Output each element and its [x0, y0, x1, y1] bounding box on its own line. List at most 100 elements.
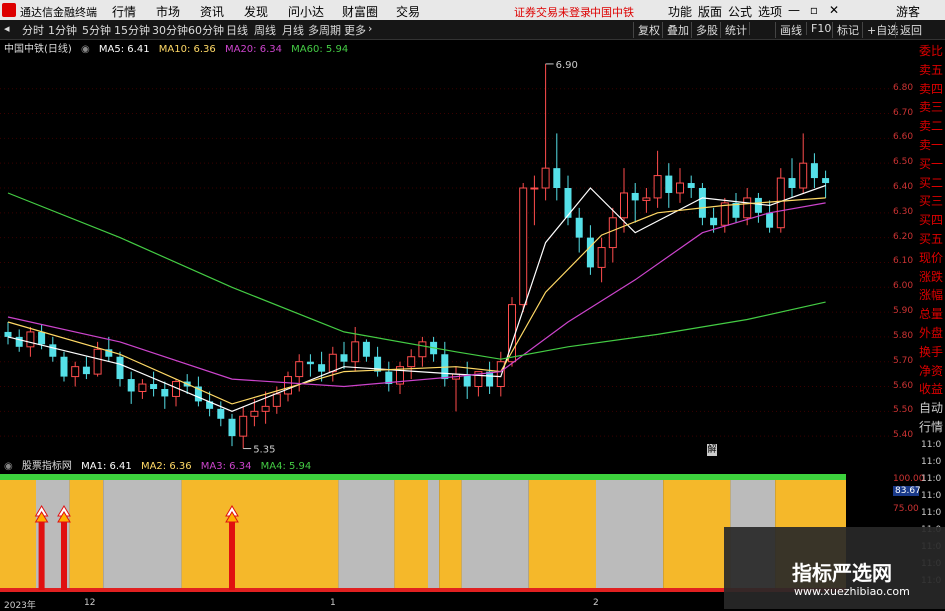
quote-field-label[interactable]: 现价 — [919, 249, 945, 268]
quote-field-label[interactable]: 收益 — [919, 380, 945, 399]
indicator-band — [428, 480, 440, 590]
period-5min[interactable]: 5分钟 — [82, 22, 111, 38]
candle-down — [710, 217, 718, 226]
arrow-left-icon[interactable]: ◂ — [4, 22, 10, 35]
price-tick-label: 5.60 — [893, 380, 914, 391]
quote-field-label[interactable]: 行情 — [919, 418, 945, 437]
quote-field-label[interactable]: 卖一 — [919, 136, 945, 155]
ma3-value: MA3: 6.34 — [200, 461, 252, 472]
btn-adjust[interactable]: 复权 — [633, 22, 660, 38]
restore-icon[interactable]: ▫ — [806, 2, 822, 18]
quote-field-label[interactable]: 买四 — [919, 211, 945, 230]
indicator-info-bar: ◉ 股票指标网 MA1: 6.41 MA2: 6.36 MA3: 6.34 MA… — [4, 457, 317, 472]
candle-up — [519, 187, 528, 306]
quote-field-label[interactable]: 换手 — [919, 343, 945, 362]
period-daily[interactable]: 日线 — [226, 22, 248, 38]
btn-mark[interactable]: 标记 — [832, 22, 859, 38]
period-1min[interactable]: 1分钟 — [48, 22, 77, 38]
quote-field-label[interactable]: 自动 — [919, 399, 945, 418]
indicator-axis-mid: 75.00 — [893, 504, 919, 514]
btn-draw[interactable]: 画线 — [775, 22, 802, 38]
candle-up — [295, 361, 304, 378]
candle-down — [161, 389, 169, 397]
btn-stats[interactable]: 统计 — [720, 22, 747, 38]
period-30min[interactable]: 30分钟 — [152, 22, 188, 38]
price-tick-label: 5.80 — [893, 330, 914, 341]
indicator-label[interactable]: 股票指标网 — [22, 461, 72, 472]
candle-down — [553, 168, 561, 188]
candle-down — [631, 192, 639, 201]
quote-field-label[interactable]: 涨幅 — [919, 286, 945, 305]
app-logo-icon — [2, 3, 16, 17]
candle-down — [788, 178, 796, 188]
candle-down — [116, 356, 124, 380]
menu-wealth[interactable]: 财富圈 — [342, 3, 378, 20]
date-month-1: 1 — [330, 598, 336, 608]
guest-user[interactable]: 游客 — [896, 3, 920, 20]
btn-back[interactable]: 返回 — [895, 22, 922, 38]
quote-field-label[interactable]: 总量 — [919, 305, 945, 324]
period-multi[interactable]: 多周期 — [308, 22, 341, 38]
candle-down — [575, 217, 583, 238]
candle-up — [351, 341, 360, 363]
period-monthly[interactable]: 月线 — [282, 22, 304, 38]
menu-layout[interactable]: 版面 — [698, 3, 722, 20]
candle-up — [620, 192, 628, 219]
menu-market[interactable]: 市场 — [156, 3, 180, 20]
quote-field-label[interactable]: 委比 — [919, 42, 945, 61]
menu-function[interactable]: 功能 — [668, 3, 692, 20]
minimize-icon[interactable]: — — [786, 2, 802, 18]
quote-field-label[interactable]: 卖二 — [919, 117, 945, 136]
candle-up — [743, 197, 752, 219]
chevron-right-icon[interactable]: › — [368, 22, 372, 35]
candle-down — [49, 344, 57, 357]
quote-field-label[interactable]: 卖四 — [919, 80, 945, 99]
indicator-band — [69, 480, 104, 590]
period-tick[interactable]: 分时 — [22, 22, 44, 38]
quote-field-label[interactable]: 卖三 — [919, 98, 945, 117]
btn-add-favorite[interactable]: +自选 — [862, 22, 898, 38]
quote-field-label[interactable]: 卖五 — [919, 61, 945, 80]
menu-discover[interactable]: 发现 — [244, 3, 268, 20]
price-tick-label: 6.00 — [893, 281, 914, 292]
btn-f10[interactable]: F10 — [806, 22, 831, 35]
candle-up — [138, 383, 147, 392]
quote-field-label[interactable]: 涨跌 — [919, 268, 945, 287]
candle-down — [127, 379, 135, 392]
indicator-band — [663, 480, 731, 590]
quote-field-label[interactable]: 买五 — [919, 230, 945, 249]
indicator-bottom-line — [0, 588, 846, 592]
period-15min[interactable]: 15分钟 — [114, 22, 150, 38]
period-more[interactable]: 更多 — [344, 22, 366, 38]
close-icon[interactable]: ✕ — [826, 2, 842, 18]
menu-formula[interactable]: 公式 — [728, 3, 752, 20]
period-weekly[interactable]: 周线 — [254, 22, 276, 38]
indicator-band — [103, 480, 182, 590]
menu-quotes[interactable]: 行情 — [112, 3, 136, 20]
menu-options[interactable]: 选项 — [758, 3, 782, 20]
price-tick-label: 6.20 — [893, 231, 914, 242]
quote-field-label[interactable]: 外盘 — [919, 324, 945, 343]
price-tick-label: 6.80 — [893, 82, 914, 93]
candle-down — [306, 361, 314, 365]
candle-up — [541, 167, 550, 189]
quote-field-label[interactable]: 净资 — [919, 362, 945, 381]
menu-trade[interactable]: 交易 — [396, 3, 420, 20]
quote-field-label[interactable]: 买一 — [919, 155, 945, 174]
btn-overlay[interactable]: 叠加 — [662, 22, 689, 38]
app-title: 通达信金融终端 — [20, 6, 97, 19]
menu-news[interactable]: 资讯 — [200, 3, 224, 20]
login-status[interactable]: 证券交易未登录 — [514, 4, 591, 20]
period-60min[interactable]: 60分钟 — [188, 22, 224, 38]
quote-field-label[interactable]: 买三 — [919, 192, 945, 211]
signal-bar — [229, 514, 235, 590]
candle-down — [822, 178, 830, 184]
ma4-value: MA4: 5.94 — [260, 461, 312, 472]
quote-field-label[interactable]: 买二 — [919, 174, 945, 193]
scroll-marker-icon[interactable]: 解 — [707, 444, 717, 456]
toolbar-separator — [749, 22, 758, 35]
btn-multi-stock[interactable]: 多股 — [691, 22, 718, 38]
candlestick-chart[interactable]: 6.90 5.35 — [0, 54, 893, 456]
indicator-settings-icon[interactable]: ◉ — [4, 461, 13, 472]
menu-ask[interactable]: 问小达 — [288, 3, 324, 20]
